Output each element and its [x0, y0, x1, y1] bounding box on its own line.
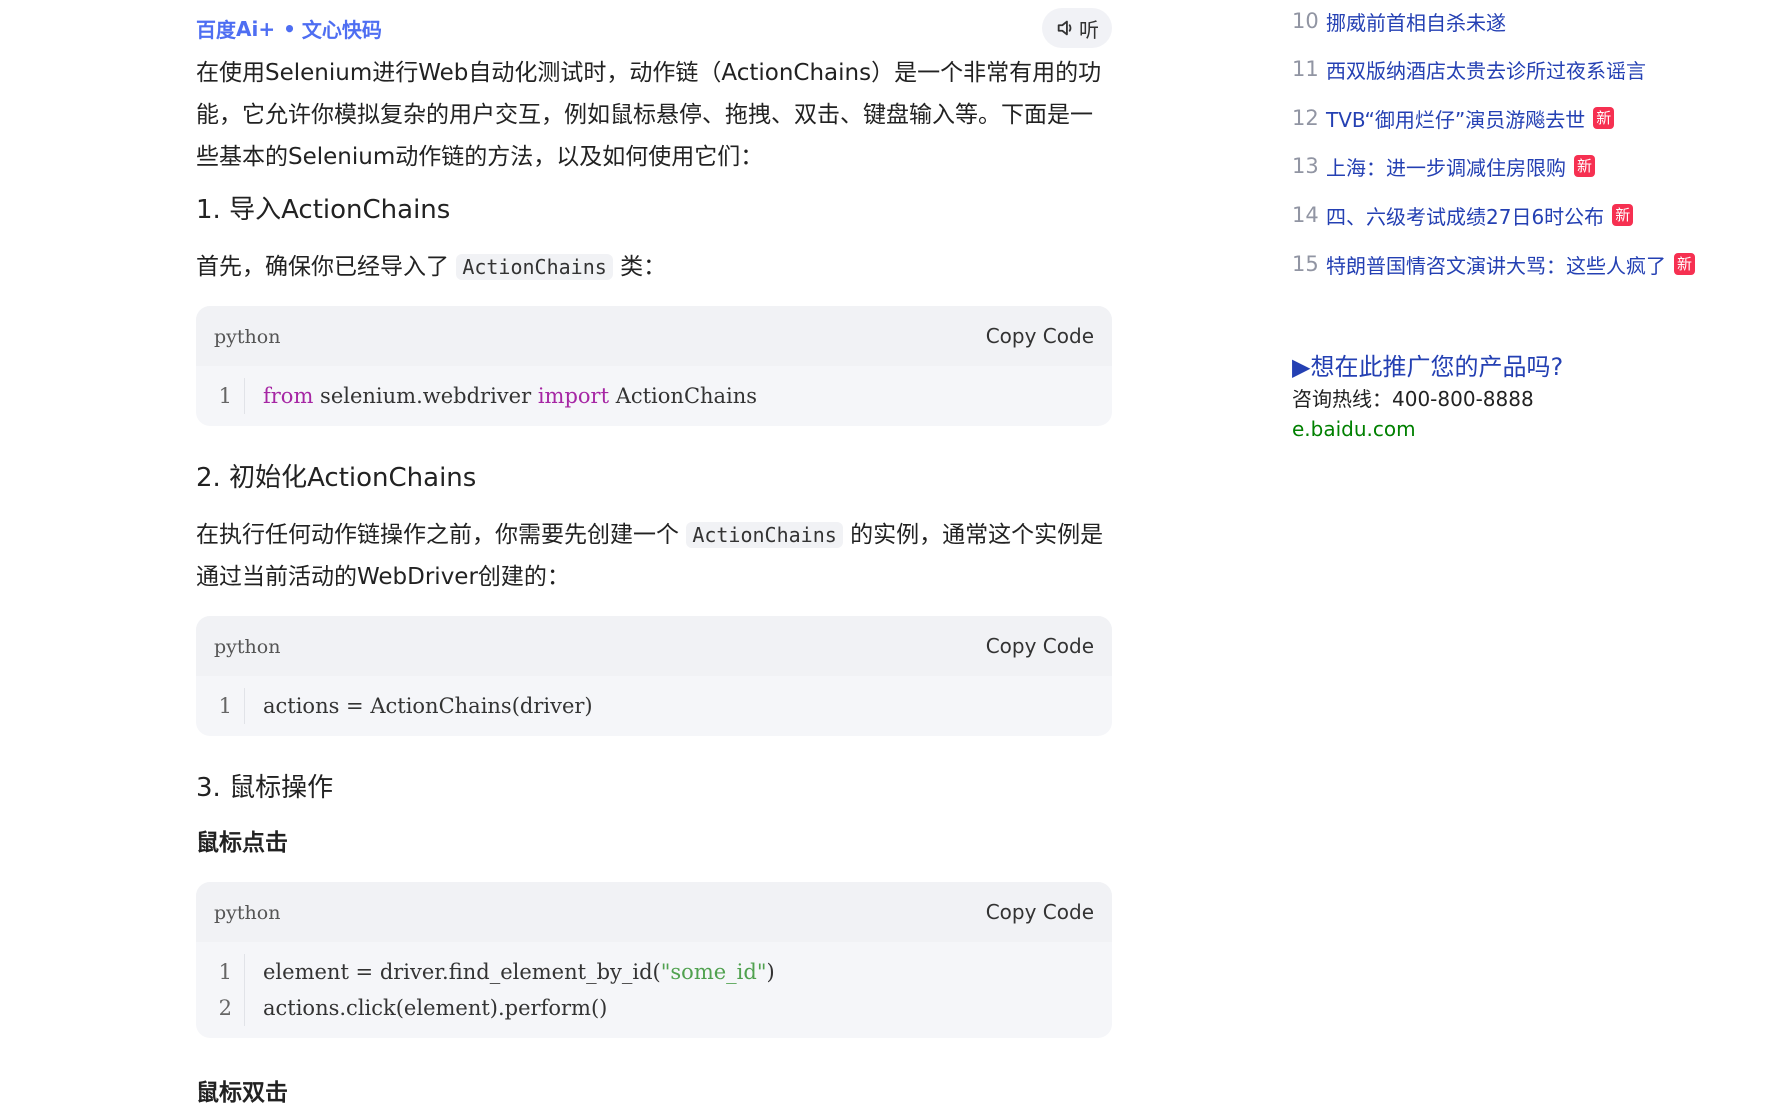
code-body: 1 from selenium.webdriver import ActionC… — [196, 366, 1112, 426]
code-line: 1 element = driver.find_element_by_id("s… — [196, 954, 1112, 990]
intro-paragraph: 在使用Selenium进行Web自动化测试时，动作链（ActionChains）… — [196, 60, 1102, 170]
code-call: element = driver.find_element_by_id( — [263, 960, 661, 984]
code-text: from selenium.webdriver import ActionCha… — [263, 378, 757, 414]
section-2-text: 在执行任何动作链操作之前，你需要先创建一个 ActionChains 的实例，通… — [196, 514, 1112, 598]
line-separator — [244, 990, 245, 1026]
hot-rank: 12 — [1292, 106, 1319, 130]
inline-code-actionchains: ActionChains — [686, 522, 843, 548]
hot-list-item[interactable]: 14 四、六级考试成绩27日6时公布 新 — [1292, 200, 1634, 230]
code-block-click: python Copy Code 1 element = driver.find… — [196, 882, 1112, 1038]
hot-list-item[interactable]: 10 挪威前首相自杀未遂 — [1292, 6, 1506, 36]
code-block-header: python Copy Code — [196, 616, 1112, 676]
code-block-header: python Copy Code — [196, 306, 1112, 366]
inline-code-actionchains: ActionChains — [456, 254, 613, 280]
hot-title-link[interactable]: 特朗普国情咨文演讲大骂：这些人疯了 — [1326, 250, 1666, 279]
new-badge: 新 — [1574, 155, 1596, 177]
code-line: 2 actions.click(element).perform() — [196, 990, 1112, 1026]
hot-rank: 14 — [1292, 203, 1319, 227]
code-string: "some_id" — [660, 960, 767, 984]
hot-title-link[interactable]: 上海：进一步调减住房限购 — [1326, 152, 1566, 181]
new-badge: 新 — [1612, 204, 1634, 226]
code-text: actions.click(element).perform() — [263, 996, 608, 1020]
code-language-label: python — [214, 902, 281, 924]
section-1-text: 首先，确保你已经导入了 ActionChains 类： — [196, 246, 1112, 288]
keyword-import: import — [537, 384, 610, 408]
answer-header: 百度 Ai+ • 文心快码 听 — [196, 8, 1112, 48]
listen-button[interactable]: 听 — [1042, 8, 1112, 48]
hot-list-item[interactable]: 11 西双版纳酒店太贵去诊所过夜系谣言 — [1292, 54, 1646, 84]
section-1-text-after: 类： — [620, 254, 667, 280]
code-paren: ) — [766, 960, 775, 984]
code-body: 1 element = driver.find_element_by_id("s… — [196, 942, 1112, 1038]
new-badge: 新 — [1674, 253, 1696, 275]
brand-product: 文心快码 — [301, 18, 382, 42]
line-separator — [244, 954, 245, 990]
keyword-from: from — [263, 384, 314, 408]
hot-rank: 15 — [1292, 252, 1319, 276]
line-number: 2 — [218, 996, 232, 1020]
speaker-icon — [1057, 20, 1072, 36]
line-separator — [244, 378, 245, 414]
code-block-init: python Copy Code 1 actions = ActionChain… — [196, 616, 1112, 736]
copy-code-button[interactable]: Copy Code — [986, 324, 1094, 348]
code-line: 1 from selenium.webdriver import ActionC… — [196, 378, 1112, 414]
subsection-mouse-click: 鼠标点击 — [196, 830, 288, 856]
hot-list-item[interactable]: 15 特朗普国情咨文演讲大骂：这些人疯了 新 — [1292, 249, 1696, 279]
promo-ad: ▶想在此推广您的产品吗? 咨询热线：400-800-8888 e.baidu.c… — [1292, 350, 1563, 444]
code-block-header: python Copy Code — [196, 882, 1112, 942]
listen-label: 听 — [1079, 17, 1099, 42]
section-1-title: 1. 导入ActionChains — [196, 195, 451, 225]
brand-name: 百度 — [196, 18, 236, 42]
brand-separator-dot: • — [283, 16, 296, 41]
hot-rank: 11 — [1292, 57, 1319, 81]
line-number: 1 — [218, 960, 232, 984]
copy-code-button[interactable]: Copy Code — [986, 634, 1094, 658]
brand-logo: 百度 Ai+ • 文心快码 — [196, 14, 382, 43]
hot-list-item[interactable]: 13 上海：进一步调减住房限购 新 — [1292, 151, 1596, 181]
hot-title-link[interactable]: 四、六级考试成绩27日6时公布 — [1326, 201, 1604, 230]
section-2-text-before: 在执行任何动作链操作之前，你需要先创建一个 — [196, 522, 679, 548]
brand-ai: Ai+ — [236, 16, 276, 41]
subsection-mouse-double-click: 鼠标双击 — [196, 1080, 288, 1106]
section-1-text-before: 首先，确保你已经导入了 — [196, 254, 449, 280]
promo-site-link[interactable]: e.baidu.com — [1292, 414, 1563, 444]
code-line: 1 actions = ActionChains(driver) — [196, 688, 1112, 724]
section-3-title: 3. 鼠标操作 — [196, 773, 334, 803]
copy-code-button[interactable]: Copy Code — [986, 900, 1094, 924]
code-block-import: python Copy Code 1 from selenium.webdriv… — [196, 306, 1112, 426]
line-separator — [244, 688, 245, 724]
section-2-title: 2. 初始化ActionChains — [196, 463, 477, 493]
code-text: actions = ActionChains(driver) — [263, 694, 593, 718]
hot-title-link[interactable]: 西双版纳酒店太贵去诊所过夜系谣言 — [1326, 55, 1646, 84]
promo-link[interactable]: ▶想在此推广您的产品吗? — [1292, 350, 1563, 384]
code-text: element = driver.find_element_by_id("som… — [263, 954, 775, 990]
code-body: 1 actions = ActionChains(driver) — [196, 676, 1112, 736]
hot-list-item[interactable]: 12 TVB“御用烂仔”演员游飚去世 新 — [1292, 103, 1615, 133]
hot-title-link[interactable]: 挪威前首相自杀未遂 — [1326, 7, 1506, 36]
module-path: selenium.webdriver — [313, 384, 538, 408]
code-language-label: python — [214, 636, 281, 658]
imported-name: ActionChains — [609, 384, 758, 408]
hot-rank: 13 — [1292, 154, 1319, 178]
hot-rank: 10 — [1292, 9, 1319, 33]
promo-hotline: 咨询热线：400-800-8888 — [1292, 387, 1534, 411]
hot-title-link[interactable]: TVB“御用烂仔”演员游飚去世 — [1326, 104, 1585, 133]
line-number: 1 — [218, 384, 232, 408]
code-language-label: python — [214, 326, 281, 348]
line-number: 1 — [218, 694, 232, 718]
new-badge: 新 — [1593, 107, 1615, 129]
